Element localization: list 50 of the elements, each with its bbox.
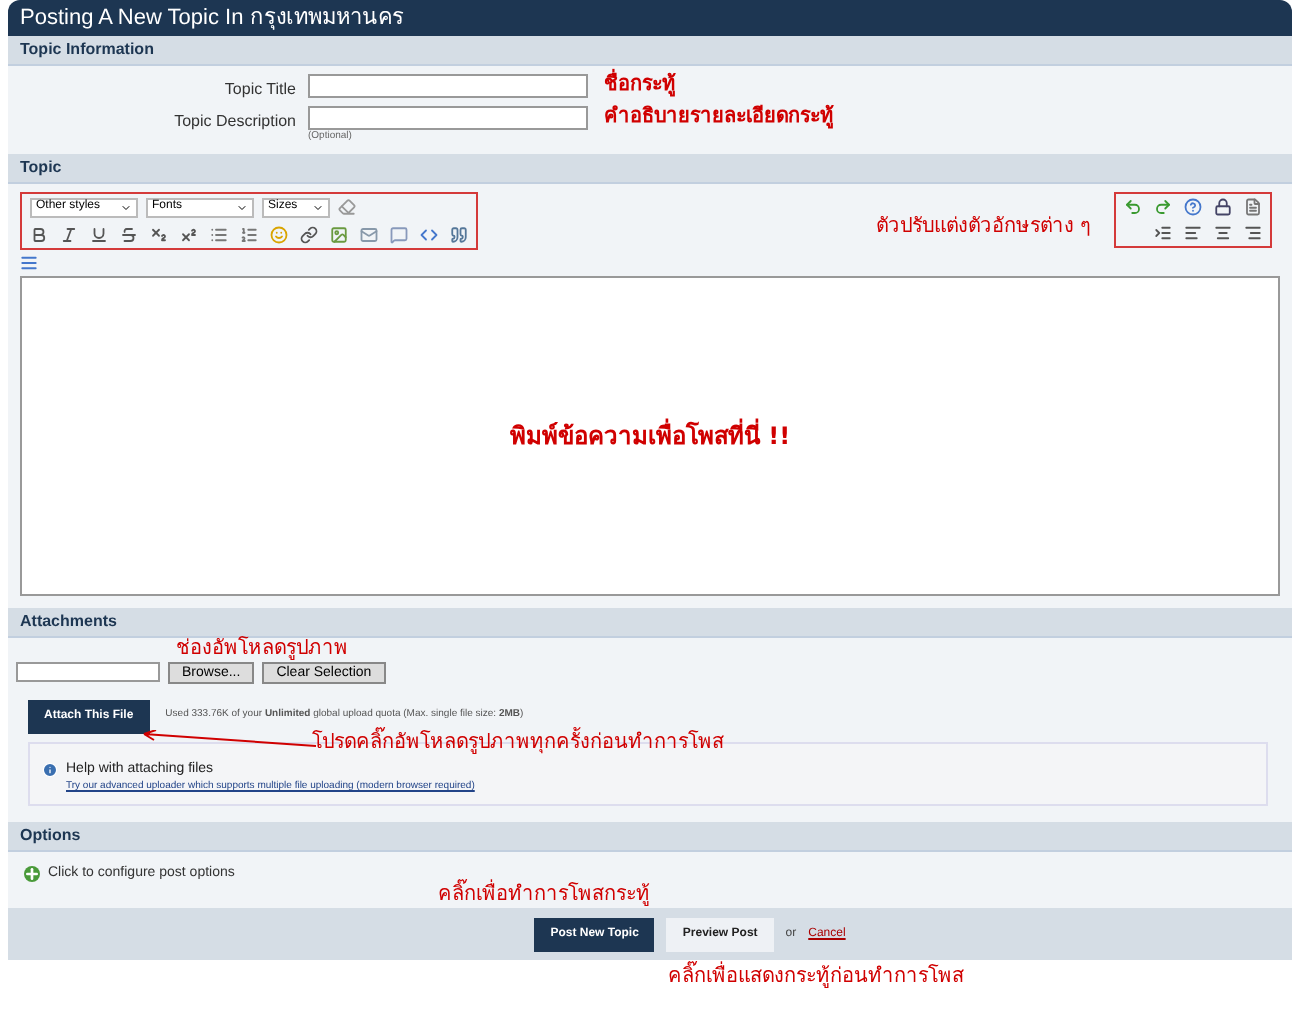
- document-icon[interactable]: [1244, 197, 1262, 215]
- field-label: Topic Description: [172, 110, 298, 134]
- toggle-editor-icon[interactable]: [20, 253, 38, 271]
- strikethrough-icon[interactable]: [120, 225, 138, 243]
- numbered-list-icon[interactable]: [240, 225, 258, 243]
- bullet-list-icon[interactable]: [210, 225, 228, 243]
- annotation-text: คลิ๊กเพื่อทำการโพสกระทู้: [438, 884, 650, 908]
- align-center-icon[interactable]: [1214, 223, 1232, 241]
- editor-area[interactable]: พิมพ์ข้อความเพื่อโพสที่นี่ !!: [20, 275, 1280, 595]
- help-icon[interactable]: [1184, 197, 1202, 215]
- smiley-icon[interactable]: [270, 225, 288, 243]
- align-right-icon[interactable]: [1244, 223, 1262, 241]
- annotation-text: คำอธิบายรายละเอียดกระทู้: [602, 106, 834, 130]
- mail-icon[interactable]: [360, 225, 378, 243]
- field-label: Topic Title: [222, 78, 298, 102]
- dropdown-caret-icon: [236, 201, 248, 213]
- bold-icon[interactable]: [30, 225, 48, 243]
- section-header: Attachments: [8, 607, 1292, 637]
- undo-icon[interactable]: [1124, 197, 1142, 215]
- link-icon[interactable]: [300, 225, 318, 243]
- dropdown-caret-icon: [120, 201, 132, 213]
- text-field[interactable]: [308, 74, 588, 98]
- annotation-text: ช่องอัพโหลดรูปภาพ: [174, 637, 350, 661]
- section-header: Options: [8, 821, 1292, 851]
- expand-icon[interactable]: [24, 865, 40, 882]
- info-icon: [42, 761, 58, 778]
- annotation-text: คลิ๊กเพื่อแสดงกระทู้ก่อนทำการโพส: [8, 960, 1292, 992]
- file-field[interactable]: [16, 662, 160, 682]
- section-header: Topic Information: [8, 36, 1292, 66]
- subscript-icon[interactable]: [150, 225, 168, 243]
- code-icon[interactable]: [420, 225, 438, 243]
- annotation-text: โปรดคลิ๊กอัพโหลดรูปภาพทุกครั้งก่อนทำการโพส: [312, 731, 724, 755]
- annotation-text: ชื่อกระทู้: [588, 74, 676, 98]
- indent-icon[interactable]: [1154, 223, 1172, 241]
- image-icon[interactable]: [330, 225, 348, 243]
- superscript-icon[interactable]: [180, 225, 198, 243]
- lock-icon[interactable]: [1214, 197, 1232, 215]
- annotation-text: ตัวปรับแต่งตัวอักษรต่าง ๆ: [875, 215, 1090, 239]
- section-header: Topic: [8, 153, 1292, 183]
- speech-bubble-icon[interactable]: [390, 225, 408, 243]
- dropdown-caret-icon: [312, 201, 324, 213]
- window-title: Posting A New Topic In กรุงเทพมหานคร: [8, 0, 1292, 36]
- annotation-text: พิมพ์ข้อความเพื่อโพสที่นี่ !!: [509, 417, 791, 453]
- italic-icon[interactable]: [60, 225, 78, 243]
- redo-icon[interactable]: [1154, 197, 1172, 215]
- underline-icon[interactable]: [90, 225, 108, 243]
- text-field[interactable]: [308, 106, 588, 130]
- align-left-icon[interactable]: [1184, 223, 1202, 241]
- eraser-icon[interactable]: [338, 198, 356, 216]
- quote-icon[interactable]: [450, 225, 468, 243]
